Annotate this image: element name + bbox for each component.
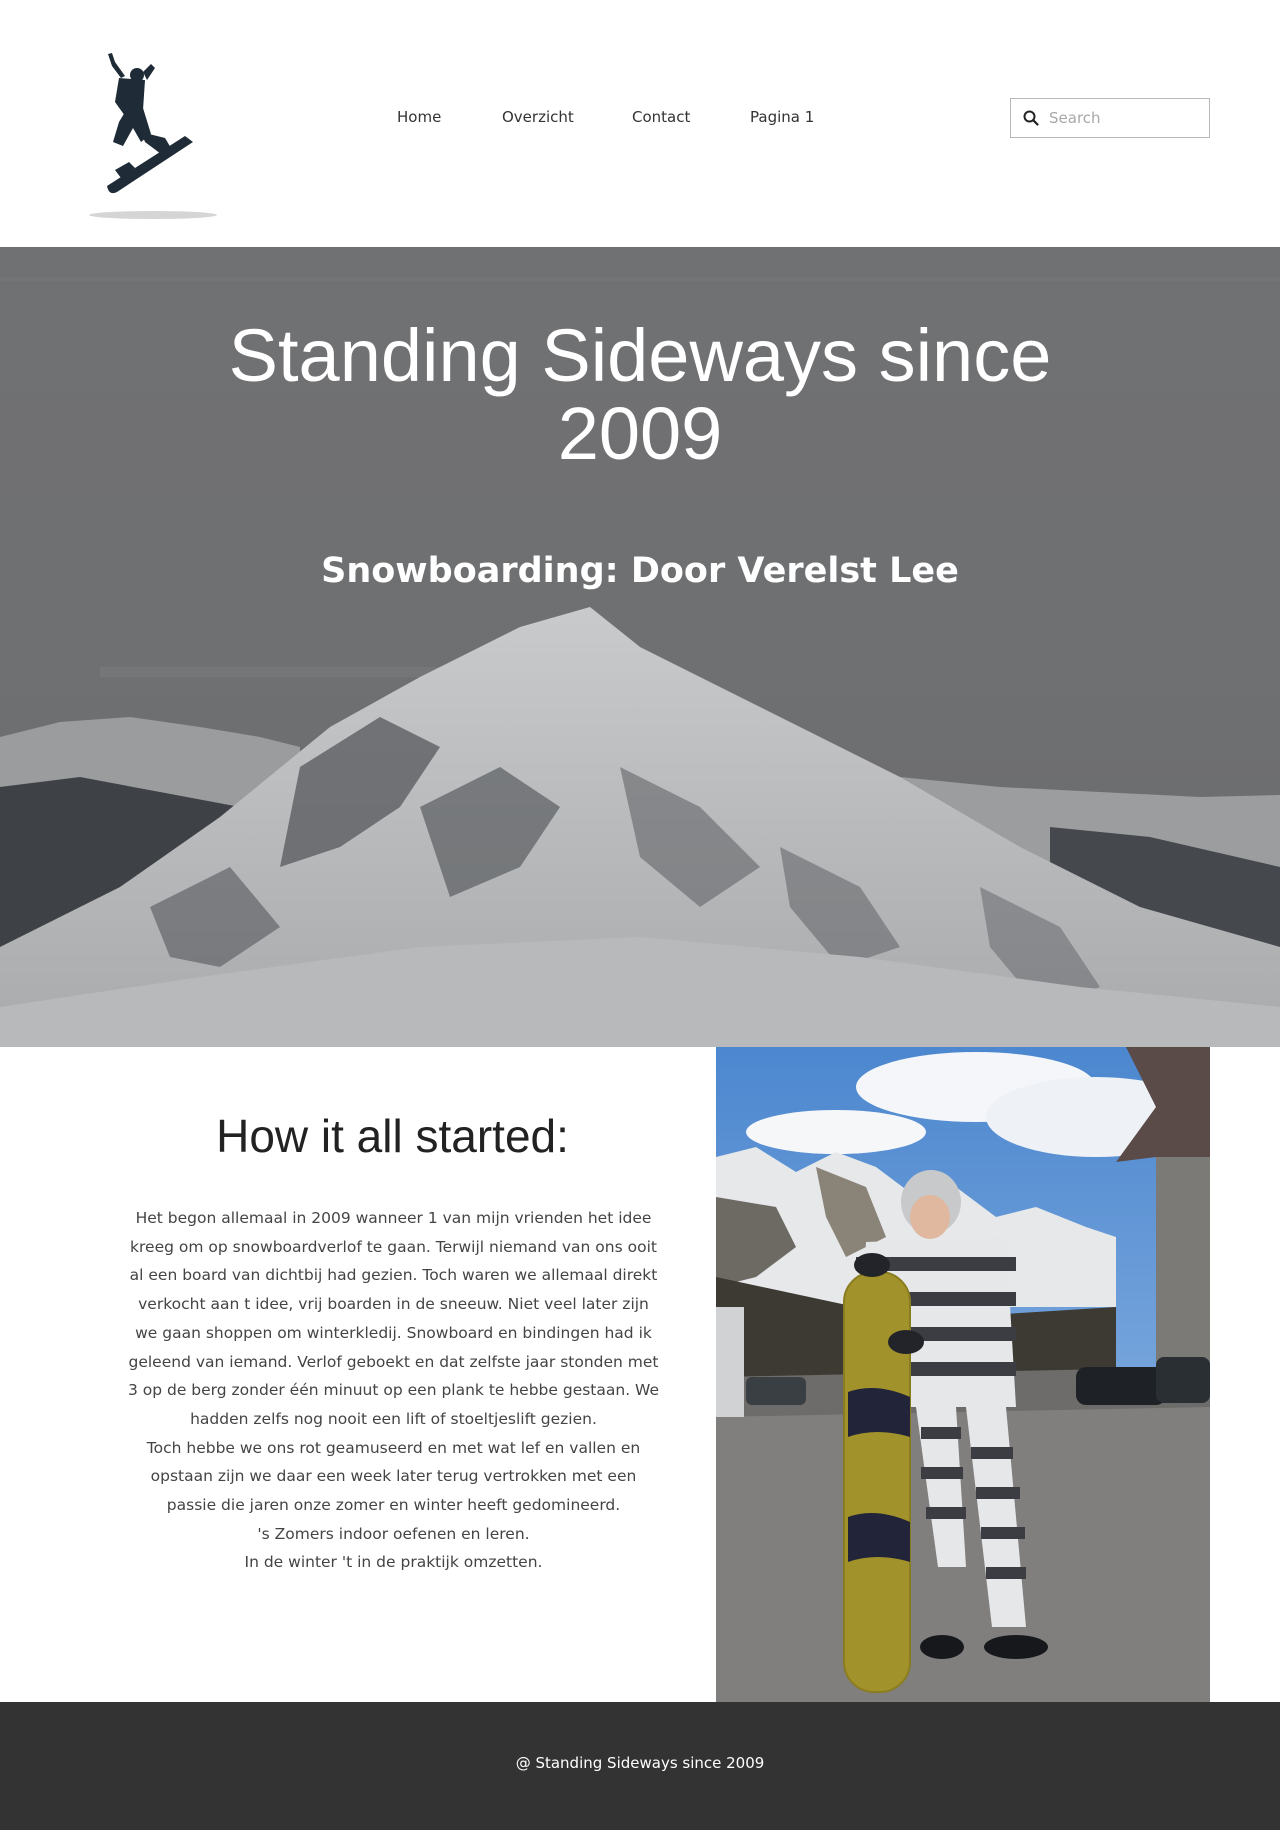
hero-subtitle: Snowboarding: Door Verelst Lee <box>321 551 959 591</box>
story-heading: How it all started: <box>216 1110 569 1162</box>
hero-title: Standing Sideways since 2009 <box>228 314 1052 475</box>
story-text: Het begon allemaal in 2009 wanneer 1 van… <box>126 1204 661 1577</box>
footer-copyright: @ Standing Sideways since 2009 <box>515 1754 765 1772</box>
story-paragraph: Het begon allemaal in 2009 wanneer 1 van… <box>127 1209 660 1428</box>
site-footer: @ Standing Sideways since 2009 <box>0 1702 1280 1830</box>
snowboarder-logo-icon[interactable] <box>85 50 225 225</box>
nav-home[interactable]: Home <box>397 108 441 126</box>
nav-overzicht[interactable]: Overzicht <box>502 108 574 126</box>
story-paragraph: Toch hebbe we ons rot geamuseerd en met … <box>146 1438 641 1515</box>
search-icon[interactable] <box>1023 110 1039 126</box>
nav-contact[interactable]: Contact <box>632 108 690 126</box>
story-section: How it all started: Het begon allemaal i… <box>0 1047 1280 1702</box>
site-header: Home Overzicht Contact Pagina 1 <box>0 0 1280 247</box>
nav-pagina-1[interactable]: Pagina 1 <box>750 108 814 126</box>
search-input[interactable] <box>1049 109 1199 127</box>
story-paragraph: 's Zomers indoor oefenen en leren. <box>257 1524 530 1543</box>
search-box[interactable] <box>1010 98 1210 138</box>
snowboarder-photo <box>716 1047 1210 1702</box>
story-paragraph: In de winter 't in de praktijk omzetten. <box>244 1553 543 1572</box>
hero-banner: Standing Sideways since 2009 Snowboardin… <box>0 247 1280 1047</box>
